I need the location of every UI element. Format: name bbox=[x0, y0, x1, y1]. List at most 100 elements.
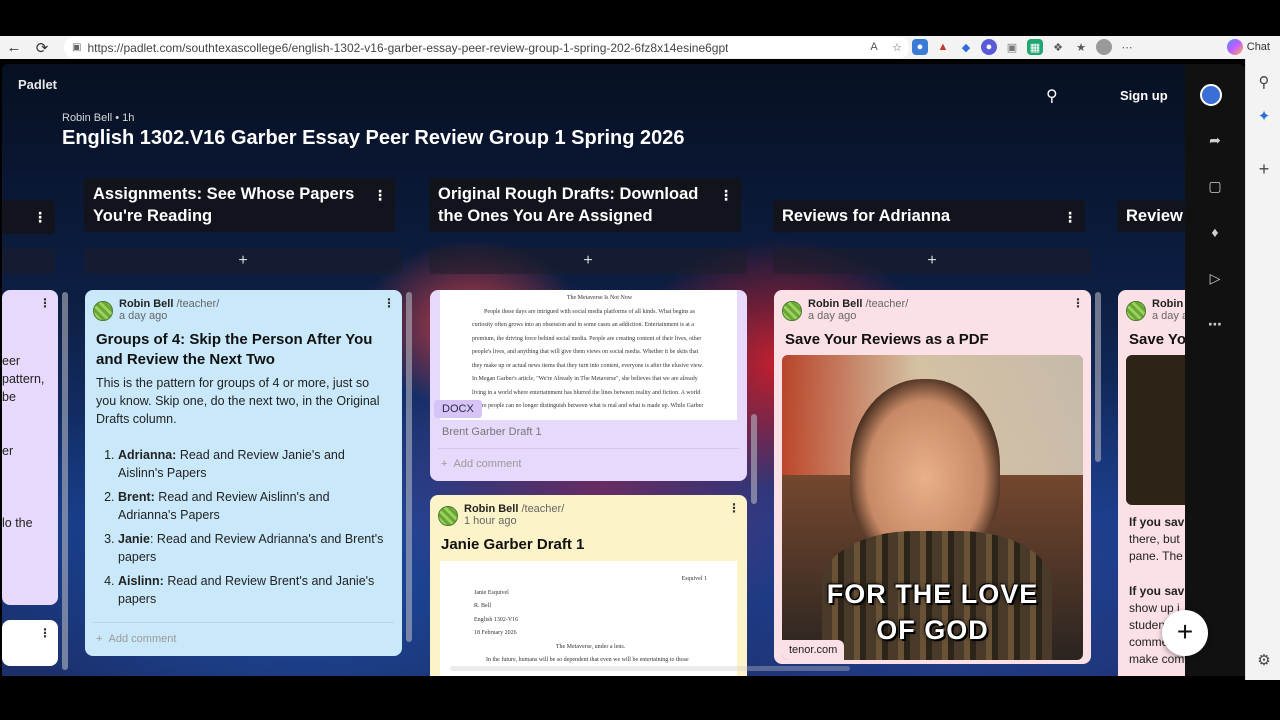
back-icon[interactable]: ← bbox=[0, 39, 28, 56]
add-comment-label: Add comment bbox=[453, 458, 522, 470]
post-card-brent-draft[interactable]: The Metaverse Is Not Now People these da… bbox=[430, 290, 747, 481]
text-fragment: If you sav bbox=[1129, 515, 1185, 529]
settings-gear-icon[interactable]: ⚙ bbox=[1255, 651, 1273, 669]
column-scrollbar[interactable] bbox=[62, 292, 68, 670]
site-info-icon[interactable]: ▣ bbox=[72, 42, 81, 53]
address-bar[interactable]: ▣ https://padlet.com/southtexascollege6/… bbox=[64, 37, 909, 58]
search-icon[interactable]: ⚲ bbox=[1255, 73, 1273, 91]
post-time: a day ago bbox=[808, 310, 857, 322]
add-post-button[interactable]: + bbox=[84, 248, 402, 274]
board-search-icon[interactable]: ⚲ bbox=[1046, 86, 1058, 106]
more-icon[interactable]: ⋯ bbox=[1119, 39, 1135, 55]
document-preview[interactable]: Esquivel 1 Janie Esquivel R. Bell Englis… bbox=[440, 561, 737, 676]
puzzle-icon[interactable]: ❖ bbox=[1050, 39, 1066, 55]
slideshow-play-icon[interactable]: ▷ bbox=[1205, 270, 1225, 290]
list-item: Janie: Read and Review Adrianna's and Br… bbox=[118, 530, 388, 566]
author-role: /teacher/ bbox=[176, 298, 220, 310]
add-post-button[interactable]: + bbox=[429, 248, 747, 274]
column-header-rough-drafts[interactable]: Original Rough Drafts: Download the Ones… bbox=[429, 178, 741, 232]
attachment-filename[interactable]: Brent Garber Draft 1 bbox=[442, 426, 542, 438]
column-header-assignments[interactable]: Assignments: See Whose Papers You're Rea… bbox=[84, 178, 395, 232]
camera-icon[interactable]: ▣ bbox=[1004, 39, 1020, 55]
post-card-partial-left[interactable]: ⋮ eer pattern, be er lo the bbox=[2, 290, 58, 605]
read-aloud-icon[interactable]: A bbox=[866, 39, 882, 55]
column-header-reviews-adrianna[interactable]: Reviews for Adrianna ⋮ bbox=[773, 200, 1085, 232]
padlet-logo[interactable]: Padlet bbox=[18, 77, 57, 92]
profile-icon[interactable] bbox=[1096, 39, 1112, 55]
page-title: English 1302.V16 Garber Essay Peer Revie… bbox=[62, 127, 685, 149]
text-fragment: eer bbox=[2, 354, 21, 368]
doc-line: Janie Esquivel bbox=[474, 589, 509, 596]
document-preview[interactable]: The Metaverse Is Not Now People these da… bbox=[440, 290, 737, 420]
share-icon[interactable]: ➦ bbox=[1205, 132, 1225, 152]
extension-icon-2[interactable]: ▲ bbox=[935, 39, 951, 55]
post-title: Save You bbox=[1129, 331, 1185, 348]
post-card-janie-draft[interactable]: Robin Bell /teacher/ 1 hour ago ⋮ Janie … bbox=[430, 495, 747, 676]
step-name: Aislinn: bbox=[118, 574, 164, 588]
post-title: Save Your Reviews as a PDF bbox=[785, 331, 989, 348]
post-card-groups-of-4[interactable]: Robin Bell /teacher/ a day ago ⋮ Groups … bbox=[85, 290, 402, 656]
user-avatar[interactable] bbox=[1200, 84, 1222, 106]
column-header-review-partial[interactable]: Review bbox=[1117, 200, 1185, 232]
column-header-stub[interactable]: ⋮ bbox=[2, 200, 55, 234]
list-item: Adrianna: Read and Review Janie's and Ai… bbox=[118, 446, 388, 482]
column-menu-icon[interactable]: ⋮ bbox=[719, 184, 733, 206]
column-menu-icon[interactable]: ⋮ bbox=[1063, 206, 1077, 228]
text-fragment: pattern, bbox=[2, 372, 45, 386]
extension-icon-5[interactable]: ▦ bbox=[1027, 39, 1043, 55]
add-post-strip[interactable] bbox=[2, 248, 55, 274]
gif-source-label[interactable]: tenor.com bbox=[782, 640, 845, 660]
extension-icon-1[interactable]: ● bbox=[912, 39, 928, 55]
add-post-fab[interactable]: + bbox=[1162, 610, 1208, 656]
post-menu-icon[interactable]: ⋮ bbox=[39, 296, 51, 310]
sign-up-button[interactable]: Sign up bbox=[1120, 88, 1168, 103]
post-card-partial-left-2[interactable]: ⋮ bbox=[2, 620, 58, 666]
post-time: 1 hour ago bbox=[464, 515, 517, 527]
copilot-sidebar-icon[interactable]: ✦ bbox=[1255, 107, 1273, 125]
board-toolbar: ➦ ▢ ♦ ▷ ⋯ bbox=[1185, 64, 1245, 676]
remake-icon[interactable]: ▢ bbox=[1205, 178, 1225, 198]
add-comment-button[interactable]: + Add comment bbox=[96, 633, 176, 645]
author-name: Robin Bell bbox=[119, 298, 174, 310]
post-menu-icon[interactable]: ⋮ bbox=[39, 626, 51, 640]
bell-icon[interactable]: ♦ bbox=[1205, 224, 1225, 244]
favorite-star-icon[interactable]: ☆ bbox=[889, 39, 905, 55]
padlet-board: Padlet Robin Bell • 1h English 1302.V16 … bbox=[2, 64, 1245, 676]
column-scrollbar[interactable] bbox=[1095, 292, 1101, 462]
post-menu-icon[interactable]: ⋮ bbox=[383, 296, 395, 310]
column-menu-icon[interactable]: ⋮ bbox=[373, 184, 387, 206]
post-card-save-reviews[interactable]: Robin Bell /teacher/ a day ago ⋮ Save Yo… bbox=[774, 290, 1091, 664]
post-header: Robin Bell /teacher/ a day ago bbox=[782, 298, 908, 322]
add-post-button[interactable]: + bbox=[773, 248, 1091, 274]
screen: ← ⟳ ▣ https://padlet.com/southtexascolle… bbox=[0, 0, 1280, 720]
reaction-gif[interactable]: FOR THE LOVE OF GOD tenor.com bbox=[782, 355, 1083, 660]
text-fragment: pane. The bbox=[1129, 549, 1183, 563]
doc-line: English 1302-V16 bbox=[474, 616, 519, 623]
steps-list: Adrianna: Read and Review Janie's and Ai… bbox=[96, 446, 388, 608]
favorites-icon[interactable]: ★ bbox=[1073, 39, 1089, 55]
list-item: Aislinn: Read and Review Brent's and Jan… bbox=[118, 572, 388, 608]
add-comment-button[interactable]: + Add comment bbox=[441, 458, 521, 470]
doc-line: 18 February 2026 bbox=[474, 630, 517, 636]
post-menu-icon[interactable]: ⋮ bbox=[1072, 296, 1084, 310]
doc-line: they make up or actual news items that t… bbox=[472, 362, 704, 369]
extension-icon-4[interactable]: ● bbox=[981, 39, 997, 55]
extension-icon-3[interactable]: ◆ bbox=[958, 39, 974, 55]
file-type-badge: DOCX bbox=[434, 400, 482, 418]
post-menu-icon[interactable]: ⋮ bbox=[728, 501, 740, 515]
refresh-icon[interactable]: ⟳ bbox=[28, 39, 56, 57]
copilot-chat-button[interactable]: Chat bbox=[1226, 39, 1270, 55]
doc-title: The Metaverse, under a lens. bbox=[555, 643, 626, 650]
doc-line: where people can no longer distinguish b… bbox=[472, 403, 704, 409]
author-line: Robin Bell /teacher/ bbox=[808, 298, 908, 310]
more-options-icon[interactable]: ⋯ bbox=[1205, 316, 1225, 336]
column-scrollbar[interactable] bbox=[751, 414, 757, 504]
author-line: Robin Bell /teacher/ bbox=[119, 298, 219, 310]
horizontal-scrollbar[interactable] bbox=[450, 666, 850, 671]
post-image[interactable] bbox=[1126, 355, 1185, 505]
add-icon[interactable]: + bbox=[1255, 159, 1273, 179]
column-scrollbar[interactable] bbox=[406, 292, 412, 642]
column-menu-icon[interactable]: ⋮ bbox=[33, 206, 47, 228]
post-body: This is the pattern for groups of 4 or m… bbox=[96, 376, 380, 426]
text-fragment: er bbox=[2, 444, 14, 458]
